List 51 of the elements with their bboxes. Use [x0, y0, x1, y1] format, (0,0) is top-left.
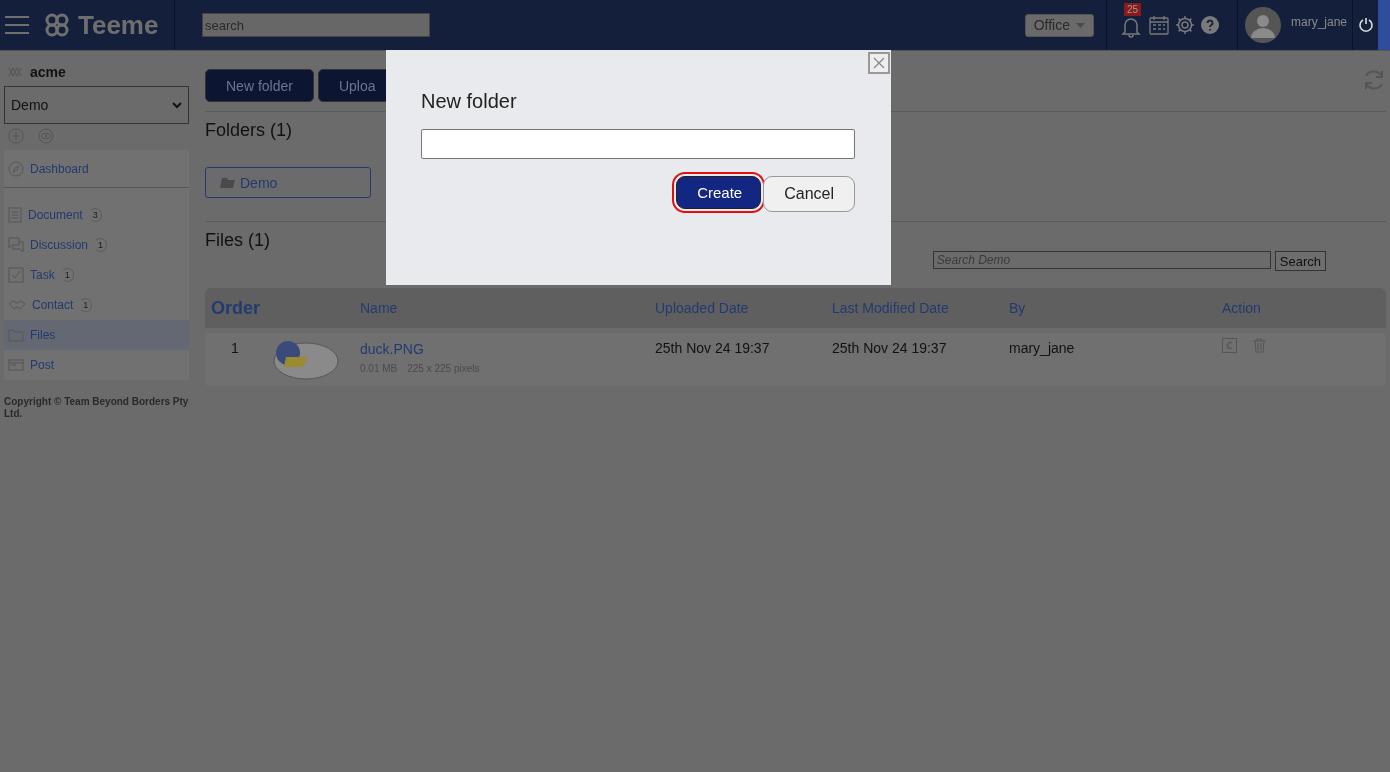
sidebar-item[interactable]: Document 3 — [4, 200, 189, 230]
sidebar-item[interactable]: Discussion 1 — [4, 230, 189, 260]
checkbox-icon — [8, 267, 24, 283]
logo-text[interactable]: Teeme — [78, 9, 159, 41]
side-panel-edge — [1378, 0, 1390, 50]
chevron-icon — [172, 101, 182, 109]
bell-icon[interactable] — [1120, 16, 1141, 38]
search-button[interactable]: Search — [1274, 251, 1326, 271]
folder-icon — [220, 177, 236, 188]
menu-icon[interactable] — [4, 14, 30, 36]
calendar-icon[interactable] — [1148, 15, 1169, 35]
sidebar-item[interactable]: Post — [4, 350, 189, 380]
column-header[interactable]: By — [1009, 300, 1026, 316]
copyright-text: Copyright © Team Beyond Borders Pty Ltd. — [4, 396, 189, 420]
logo-icon — [44, 12, 70, 38]
close-button[interactable] — [868, 52, 890, 74]
column-header[interactable]: Order — [211, 297, 261, 319]
toolbar-button[interactable]: New folder — [205, 69, 314, 102]
column-header[interactable]: Name — [360, 300, 398, 316]
settings-icon[interactable] — [1174, 15, 1195, 35]
folders-heading: Folders (1) — [205, 120, 294, 141]
sidebar-item[interactable]: Dashboard — [4, 150, 189, 187]
column-header[interactable]: Action — [1222, 300, 1261, 316]
cancel-button[interactable]: Cancel — [763, 176, 855, 212]
notification-badge: 25 — [1123, 3, 1142, 16]
column-header[interactable]: Uploaded Date — [655, 300, 749, 316]
office-dropdown[interactable]: Office — [1024, 13, 1094, 37]
folder-name-field[interactable] — [421, 129, 855, 159]
sidebar-item[interactable]: Task 1 — [4, 260, 189, 290]
space-select[interactable]: Demo — [4, 86, 189, 124]
table-cell-text: 25th Nov 24 19:37 — [655, 339, 770, 356]
sidebar-item[interactable]: Files — [4, 320, 189, 350]
compass-icon — [8, 160, 24, 177]
file-link[interactable]: duck.PNG — [360, 341, 424, 357]
workspace-name: acme — [30, 64, 66, 80]
avatar-icon[interactable] — [1244, 7, 1281, 43]
close-icon — [873, 57, 885, 69]
files-heading: Files (1) — [205, 230, 271, 251]
table-cell-text: 25th Nov 24 19:37 — [832, 339, 947, 356]
user-name[interactable]: mary_jane — [1290, 15, 1347, 29]
table-cell-text: 1 — [230, 339, 239, 356]
column-header[interactable]: Last Modified Date — [832, 300, 949, 316]
folder-item[interactable]: Demo — [205, 167, 371, 198]
power-icon[interactable] — [1357, 17, 1374, 33]
handshake-icon — [8, 299, 26, 311]
help-icon[interactable] — [1200, 16, 1219, 34]
sidebar-item[interactable]: Contact 1 — [4, 290, 189, 320]
chat-icon — [8, 237, 24, 253]
caret-icon — [1075, 22, 1085, 28]
table-cell-text: mary_jane — [1009, 339, 1075, 356]
search-field[interactable]: search — [202, 13, 430, 37]
